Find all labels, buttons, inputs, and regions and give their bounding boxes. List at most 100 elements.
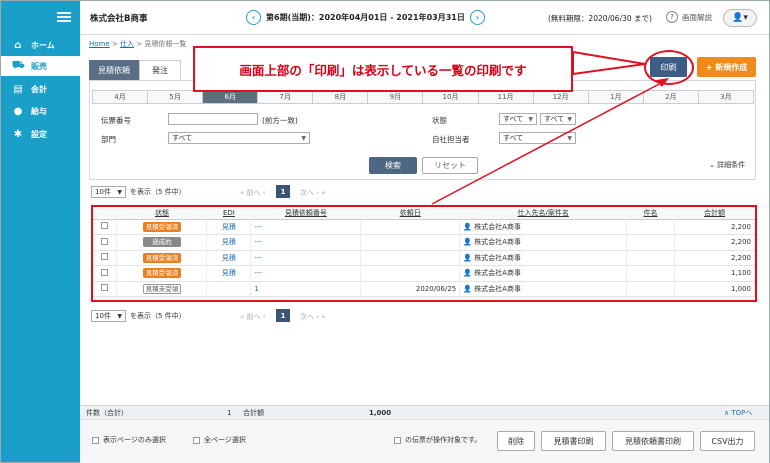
edi-link[interactable]: 見積 — [206, 234, 252, 251]
help-label: 画面解説 — [682, 12, 712, 22]
sidebar-item-sales[interactable]: ⛟ 販売 — [1, 56, 80, 76]
col-edi[interactable]: EDI — [206, 207, 251, 220]
tab-estimate[interactable]: 見積依頼 — [89, 60, 139, 80]
month-tab[interactable]: 7月 — [257, 90, 313, 104]
sidebar-item-label: ホーム — [31, 40, 55, 50]
checkbox[interactable] — [92, 436, 99, 444]
chevron-down-icon: ▼ — [567, 134, 572, 142]
reset-button[interactable]: リセット — [422, 157, 478, 174]
search-button[interactable]: 検索 — [369, 157, 417, 174]
print-request-button[interactable]: 見積依頼書印刷 — [612, 431, 694, 451]
estimate-number[interactable]: --- — [250, 219, 362, 235]
prev-page-link[interactable]: « 前へ ‹ — [240, 188, 266, 198]
prev-page-link[interactable]: « 前へ ‹ — [240, 312, 266, 322]
row-checkbox[interactable] — [101, 268, 109, 276]
page-only-select[interactable]: 表示ページのみ選択 — [92, 435, 166, 445]
sidebar-item-home[interactable]: ⌂ ホーム — [1, 35, 80, 55]
page-number[interactable]: 1 — [276, 185, 290, 198]
per-page-value: 10件 — [95, 312, 111, 320]
checkbox[interactable] — [193, 436, 200, 444]
staff-select[interactable]: すべて ▼ — [499, 132, 576, 144]
period-label: 第6期(当期)：2020年04月01日 - 2021年03月31日 — [266, 13, 465, 22]
estimate-number[interactable]: --- — [250, 250, 362, 266]
staff-value: すべて — [503, 134, 524, 142]
next-page-link[interactable]: 次へ › » — [300, 312, 326, 322]
row-checkbox[interactable] — [101, 222, 109, 230]
supplier-name: 株式会社A商事 — [474, 284, 521, 293]
slip-number-hint: (前方一致) — [262, 116, 298, 125]
table-row[interactable]: 見積受領済 見積 --- 👤 株式会社A商事 2,200 — [93, 219, 755, 235]
month-tab[interactable]: 11月 — [477, 90, 533, 104]
table-row[interactable]: 過成約 見積 --- 👤 株式会社A商事 2,200 — [93, 234, 755, 251]
edi-link[interactable]: 見積 — [206, 250, 252, 266]
month-tab[interactable]: 2月 — [642, 90, 698, 104]
col-subject[interactable]: 件名 — [626, 207, 675, 220]
month-tab[interactable]: 10月 — [422, 90, 478, 104]
sidebar-item-payroll[interactable]: ● 給与 — [1, 101, 80, 121]
month-selector: 4月 5月 6月 7月 8月 9月 10月 11月 12月 1月 2月 3月 — [92, 90, 754, 104]
top-link[interactable]: ∧ TOPへ — [724, 408, 752, 418]
estimate-number[interactable]: --- — [250, 265, 362, 282]
col-status[interactable]: 状態 — [116, 207, 207, 220]
total-amount: 1,100 — [674, 265, 755, 282]
estimate-number[interactable]: --- — [250, 234, 362, 251]
row-checkbox[interactable] — [101, 237, 109, 245]
per-page-select[interactable]: 10件 ▼ — [91, 186, 126, 198]
table-row[interactable]: 見積受領済 見積 --- 👤 株式会社A商事 1,100 — [93, 265, 755, 282]
per-page-value: 10件 — [95, 188, 111, 196]
chevron-down-icon: ▼ — [117, 188, 122, 196]
sidebar-item-label: 設定 — [31, 129, 47, 139]
month-tab[interactable]: 5月 — [147, 90, 203, 104]
edi-link[interactable]: 見積 — [206, 219, 252, 235]
col-total[interactable]: 合計額 — [674, 207, 755, 220]
new-button[interactable]: + 新規作成 — [697, 57, 756, 77]
month-tab[interactable]: 8月 — [312, 90, 368, 104]
col-date[interactable]: 依頼日 — [360, 207, 460, 220]
edi-link[interactable]: 見積 — [206, 265, 252, 282]
cart-icon: ⛟ — [12, 59, 25, 71]
count-label: 件数（合計） — [86, 408, 128, 417]
month-tab[interactable]: 3月 — [697, 90, 754, 104]
table-row[interactable]: 見積受領済 見積 --- 👤 株式会社A商事 2,200 — [93, 250, 755, 266]
col-number[interactable]: 見積依頼番号 — [250, 207, 361, 220]
tab-order[interactable]: 発注 — [139, 60, 181, 80]
row-checkbox[interactable] — [101, 253, 109, 261]
table-row[interactable]: 見積未受領 1 2020/06/25 👤 株式会社A商事 1,000 — [93, 281, 755, 297]
department-select[interactable]: すべて ▼ — [168, 132, 310, 144]
person-icon: 👤 — [463, 238, 472, 247]
detail-conditions-toggle[interactable]: ⌄ 詳細条件 — [709, 160, 745, 170]
breadcrumb-home[interactable]: Home — [89, 40, 110, 48]
estimate-number[interactable]: 1 — [250, 281, 362, 297]
all-pages-select[interactable]: 全ページ選択 — [193, 435, 246, 445]
user-menu-button[interactable]: 👤▾ — [723, 9, 757, 27]
month-tab[interactable]: 4月 — [92, 90, 148, 104]
menu-icon[interactable] — [57, 12, 71, 22]
next-period-icon[interactable]: › — [469, 10, 485, 25]
sidebar: ⌂ ホーム ⛟ 販売 ▤ 会計 ● 給与 ✱ 設定 — [1, 1, 80, 462]
per-page-select[interactable]: 10件 ▼ — [91, 310, 126, 322]
csv-export-button[interactable]: CSV出力 — [700, 431, 755, 451]
month-tab[interactable]: 1月 — [587, 90, 643, 104]
delete-button[interactable]: 削除 — [497, 431, 535, 451]
next-page-link[interactable]: 次へ › » — [300, 188, 326, 198]
sidebar-item-label: 給与 — [31, 106, 47, 116]
row-checkbox[interactable] — [101, 284, 109, 292]
col-supplier[interactable]: 仕入先名/案件名 — [459, 207, 627, 220]
slip-number-input[interactable] — [168, 113, 258, 125]
edi-link[interactable] — [206, 281, 252, 297]
sidebar-item-accounting[interactable]: ▤ 会計 — [1, 79, 80, 99]
print-estimate-button[interactable]: 見積書印刷 — [541, 431, 606, 451]
total-value: 1,000 — [369, 408, 392, 417]
breadcrumb-section[interactable]: 仕入 — [120, 40, 134, 48]
sidebar-item-settings[interactable]: ✱ 設定 — [1, 124, 80, 144]
month-tab[interactable]: 12月 — [532, 90, 588, 104]
page-number[interactable]: 1 — [276, 309, 290, 322]
status-select-1[interactable]: すべて ▼ — [499, 113, 537, 125]
page-only-label: 表示ページのみ選択 — [103, 436, 166, 444]
status-select-2[interactable]: すべて ▼ — [540, 113, 576, 125]
help-link[interactable]: ? 画面解説 — [666, 11, 712, 23]
prev-period-icon[interactable]: ‹ — [246, 10, 261, 25]
total-label: 合計額 — [243, 408, 264, 417]
month-tab[interactable]: 6月 — [202, 90, 258, 104]
month-tab[interactable]: 9月 — [367, 90, 423, 104]
